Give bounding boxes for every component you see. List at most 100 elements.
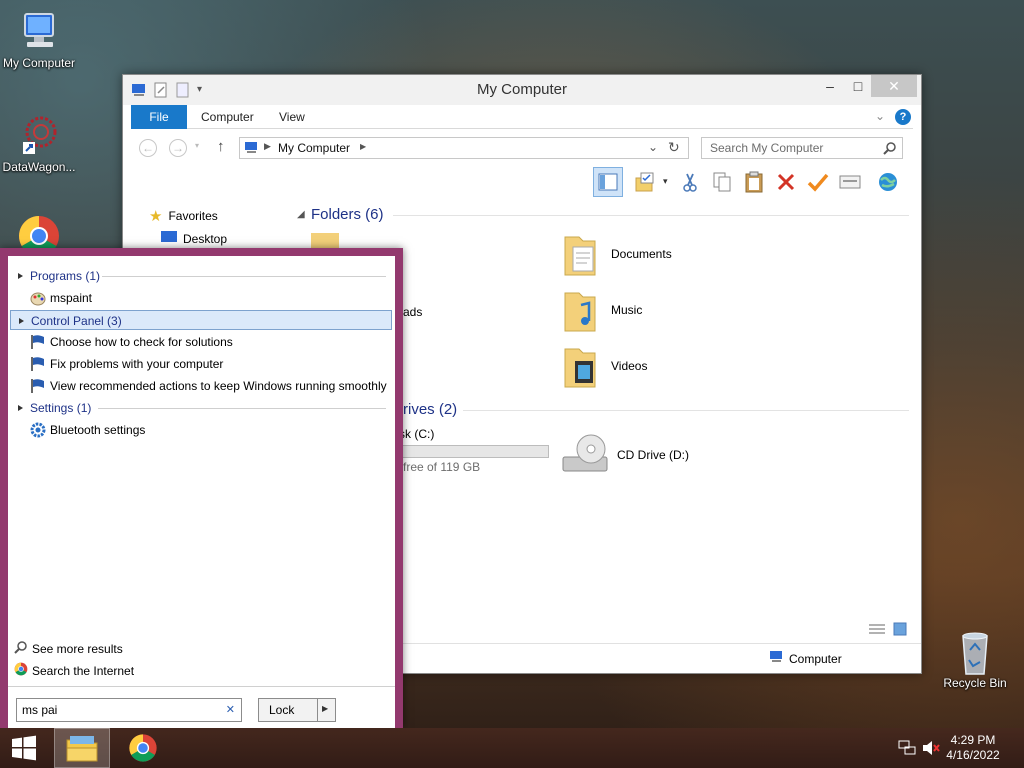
chevron-down-icon[interactable]: ⌄ bbox=[875, 109, 885, 123]
computer-icon bbox=[17, 10, 61, 54]
taskbar-chrome[interactable] bbox=[116, 728, 170, 768]
network-button[interactable] bbox=[873, 167, 903, 197]
window-title: My Computer bbox=[476, 81, 568, 98]
rename-button[interactable] bbox=[803, 167, 833, 197]
start-button[interactable] bbox=[0, 728, 48, 768]
result-recommended-actions[interactable]: View recommended actions to keep Windows… bbox=[30, 376, 387, 396]
nav-item-favorites[interactable]: ★ Favorites bbox=[149, 207, 218, 225]
result-bluetooth-settings[interactable]: Bluetooth settings bbox=[30, 420, 145, 440]
chevron-down-icon[interactable]: ⌄ bbox=[648, 140, 658, 154]
details-view-icon[interactable] bbox=[869, 623, 885, 638]
group-divider bbox=[102, 276, 386, 277]
minimize-button[interactable]: – bbox=[815, 75, 845, 97]
drive-c-free-text: free of 119 GB bbox=[403, 460, 481, 474]
status-location-label: Computer bbox=[789, 651, 842, 666]
clock-time: 4:29 PM bbox=[950, 733, 996, 747]
drive-c-label: sk (C:) bbox=[399, 427, 435, 441]
group-label: Settings (1) bbox=[30, 401, 92, 415]
properties-button[interactable] bbox=[835, 167, 865, 197]
tab-computer[interactable]: Computer bbox=[189, 105, 266, 129]
file-explorer-icon bbox=[66, 736, 98, 762]
search-internet-link[interactable]: Search the Internet bbox=[14, 662, 134, 679]
cut-button[interactable] bbox=[675, 167, 705, 197]
desktop-icon-label: My Computer bbox=[2, 56, 76, 70]
nav-item-label: Favorites bbox=[168, 209, 218, 223]
result-label: View recommended actions to keep Windows… bbox=[50, 379, 387, 393]
preview-pane-icon bbox=[598, 173, 618, 191]
maximize-button[interactable]: □ bbox=[843, 75, 873, 97]
search-internet-label: Search the Internet bbox=[32, 663, 135, 678]
collapse-arrow-icon[interactable]: ◢ bbox=[297, 209, 305, 220]
drive-c[interactable]: sk (C:) free of 119 GB bbox=[399, 427, 551, 475]
up-arrow-icon[interactable]: ↑ bbox=[217, 138, 225, 155]
lock-button[interactable]: Lock ▶ bbox=[258, 698, 336, 722]
lock-options-arrow-icon[interactable]: ▶ bbox=[322, 704, 328, 713]
search-query-text: ms pai bbox=[22, 703, 58, 717]
desktop-icon-recycle-bin[interactable]: Recycle Bin bbox=[933, 630, 1017, 690]
chevron-down-icon[interactable]: ▾ bbox=[663, 176, 668, 187]
checklist-folder-icon bbox=[635, 172, 654, 192]
properties-icon bbox=[839, 175, 861, 189]
folder-music[interactable]: Music bbox=[563, 289, 643, 332]
expand-arrow-icon bbox=[18, 273, 23, 279]
chevron-down-icon[interactable]: ▾ bbox=[195, 141, 199, 150]
folder-downloads-partial-label[interactable]: ads bbox=[403, 305, 422, 319]
tab-view[interactable]: View bbox=[267, 105, 317, 129]
group-control-panel[interactable]: Control Panel (3) bbox=[10, 310, 392, 330]
back-button[interactable]: ← bbox=[139, 139, 157, 157]
group-settings[interactable]: Settings (1) bbox=[10, 398, 392, 418]
delete-button[interactable] bbox=[771, 167, 801, 197]
start-search-input[interactable]: ms pai ✕ bbox=[16, 698, 242, 722]
start-search-panel: Programs (1) mspaint Control Panel (3) C… bbox=[0, 248, 403, 728]
taskbar-file-explorer[interactable] bbox=[54, 728, 110, 768]
scissors-icon bbox=[683, 173, 697, 192]
desktop-icon bbox=[161, 231, 177, 246]
address-bar[interactable]: ▶ My Computer ▶ ⌄ ↻ bbox=[239, 137, 689, 159]
breadcrumb-my-computer[interactable]: My Computer bbox=[278, 141, 350, 155]
drives-group-header[interactable]: rives (2) bbox=[403, 401, 457, 418]
drive-d[interactable]: CD Drive (D:) bbox=[561, 431, 689, 478]
close-button[interactable]: ✕ bbox=[871, 75, 917, 97]
clear-search-icon[interactable]: ✕ bbox=[226, 699, 235, 721]
folder-label: Music bbox=[611, 303, 643, 317]
breadcrumb-separator-icon[interactable]: ▶ bbox=[360, 142, 366, 151]
windows-logo-icon bbox=[12, 735, 36, 761]
result-label: mspaint bbox=[50, 291, 93, 305]
tab-file[interactable]: File bbox=[131, 105, 187, 129]
see-more-results-link[interactable]: See more results bbox=[14, 640, 123, 657]
desktop-icon-datawagon[interactable]: DataWagon... bbox=[0, 114, 81, 174]
network-icon[interactable] bbox=[898, 740, 916, 759]
lock-options-divider bbox=[317, 699, 318, 721]
folder-label: Documents bbox=[611, 247, 672, 261]
forward-button[interactable]: → bbox=[169, 139, 187, 157]
check-folder-button[interactable] bbox=[631, 167, 661, 197]
desktop-icon-my-computer[interactable]: My Computer bbox=[0, 10, 81, 70]
footer-divider bbox=[8, 686, 395, 687]
preview-pane-button[interactable] bbox=[593, 167, 623, 197]
result-mspaint[interactable]: mspaint bbox=[30, 288, 92, 308]
desktop-icon-label: Recycle Bin bbox=[943, 676, 1007, 690]
result-fix-problems[interactable]: Fix problems with your computer bbox=[30, 354, 223, 374]
command-toolbar: ▾ bbox=[591, 167, 913, 197]
large-icons-view-icon[interactable] bbox=[893, 622, 907, 639]
result-label: Choose how to check for solutions bbox=[50, 335, 233, 349]
system-clock[interactable]: 4:29 PM 4/16/2022 bbox=[938, 733, 1008, 763]
result-check-solutions[interactable]: Choose how to check for solutions bbox=[30, 332, 233, 352]
nav-item-desktop[interactable]: Desktop bbox=[161, 231, 227, 246]
flag-icon bbox=[30, 334, 46, 350]
documents-folder-icon bbox=[563, 233, 597, 276]
folders-group-header[interactable]: Folders (6) bbox=[311, 206, 384, 223]
expand-arrow-icon bbox=[18, 405, 23, 411]
group-programs[interactable]: Programs (1) bbox=[10, 266, 392, 286]
datawagon-icon bbox=[17, 114, 61, 158]
copy-button[interactable] bbox=[707, 167, 737, 197]
folder-videos[interactable]: Videos bbox=[563, 345, 647, 388]
help-icon[interactable]: ? bbox=[895, 109, 911, 125]
refresh-icon[interactable]: ↻ bbox=[668, 139, 680, 156]
paste-button[interactable] bbox=[739, 167, 769, 197]
folder-documents[interactable]: Documents bbox=[563, 233, 672, 276]
lock-button-label: Lock bbox=[269, 703, 295, 717]
ribbon-tabs: File Computer View ⌄ ? bbox=[131, 105, 913, 129]
search-input[interactable]: Search My Computer bbox=[701, 137, 903, 159]
title-bar[interactable]: ▾ My Computer – □ ✕ bbox=[123, 75, 921, 105]
